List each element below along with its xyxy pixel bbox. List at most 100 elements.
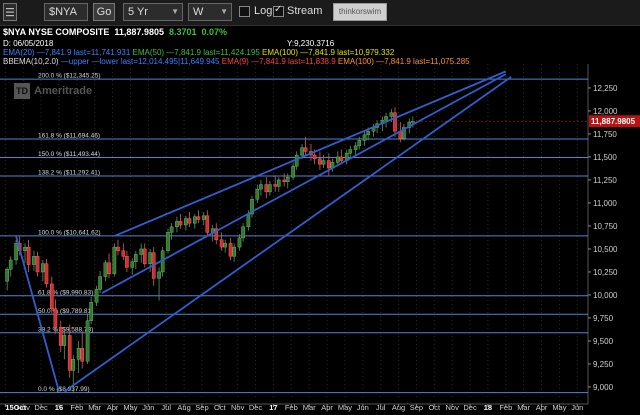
candle-body [259,184,263,190]
y-tick-label: 12,000 [593,107,618,116]
y-tick-label: 10,250 [593,268,618,277]
candle-body [142,248,147,264]
x-tick-label: 17 [269,403,277,412]
fib-level-label: 200.0 % ($12,345.25) [38,73,101,80]
candle-body [318,158,322,165]
y-tick-label: 9,750 [593,314,614,323]
y-tick-label: 11,750 [593,130,617,139]
candlesticks [5,107,415,393]
x-tick-label: Feb [70,403,83,412]
candle-body [62,335,67,346]
candle-body [353,145,358,150]
price-chart[interactable]: 200.0 % ($12,345.25) 161.8 % ($11,694.46)… [0,0,640,415]
candle-body [187,218,192,224]
y-tick-label: 9,000 [593,383,614,392]
y-axis: 9,000 9,250 9,500 9,750 10,000 10,250 10,500 10… [588,84,618,392]
candle-body [268,184,272,193]
candle-body [35,256,40,273]
candle-body [44,263,49,285]
x-tick-label: Mar [303,403,316,412]
candle-body [312,154,317,159]
fib-level-label: 50.0 % ($9,789.81) [38,308,93,315]
candle-body [53,308,58,328]
candle-body [348,149,353,154]
candle-body [26,246,31,265]
x-tick-label: Jul [376,403,386,412]
candle-body [393,112,397,132]
fib-level-label: 100.0 % ($10,641.62) [38,229,101,236]
candle-body [169,226,174,233]
candle-body [389,112,394,117]
candle-body [94,289,99,303]
x-tick-label: Mar [517,403,530,412]
x-tick-label: May [338,403,352,412]
candle-body [107,262,111,274]
trend-line [114,70,507,237]
candle-body [273,184,278,187]
x-tick-label: Feb [499,403,512,412]
candle-body [175,221,179,228]
fib-level-label: 0.0 % ($8,937.99) [38,386,90,393]
x-tick-label: 16 [55,403,63,412]
candle-body [8,259,13,270]
trend-line [63,76,512,393]
x-tick-label: Sep [195,403,208,412]
candle-body [116,246,120,251]
x-tick-label: Oct [428,403,441,412]
y-tick-label: 10,750 [593,222,618,231]
candle-body [362,134,367,141]
fib-level-label: 38.2 % ($9,588.78) [38,326,93,333]
x-tick-label: May [123,403,137,412]
x-tick-label: Jul [161,403,171,412]
x-tick-label: Dec [34,403,48,412]
y-tick-label: 9,500 [593,337,614,346]
candle-body [121,250,126,257]
candle-body [277,179,281,187]
y-tick-label: 9,250 [593,360,614,369]
x-tick-label: Mar [88,403,101,412]
x-tick-label: Apr [536,403,548,412]
candle-body [246,213,251,228]
y-tick-label: 11,250 [593,176,617,185]
candle-body [76,348,81,360]
candle-body [157,271,161,279]
candle-body [205,215,210,233]
x-tick-label: Aug [392,403,405,412]
fib-level-label: 161.8 % ($11,694.46) [38,133,100,140]
ameritrade-text: Ameritrade [34,85,93,97]
candle-body [193,216,197,224]
candle-body [223,243,227,248]
candle-body [139,248,143,255]
candle-body [196,216,201,220]
x-tick-label: Nov [445,403,459,412]
x-tick-label: Apr [107,403,119,412]
x-tick-label: Sep [410,403,423,412]
candle-body [291,165,295,178]
candle-body [71,359,76,371]
candle-body [184,218,188,226]
last-price-badge-label: 11,887.9805 [591,117,636,126]
candle-body [85,320,90,362]
candle-body [366,130,370,136]
candle-body [58,326,63,346]
candle-body [67,335,72,371]
x-tick-label: 18 [484,403,492,412]
candle-body [282,179,286,182]
x-tick-label: Nov [17,403,31,412]
candle-body [98,276,102,290]
x-tick-label: Oct [214,403,227,412]
candle-body [228,243,233,257]
candle-body [80,348,85,362]
candle-body [327,160,331,169]
candle-body [14,243,18,261]
candle-body [384,116,388,121]
candle-body [130,261,135,268]
y-tick-label: 10,500 [593,245,618,254]
candle-body [232,246,236,257]
y-tick-label: 10,000 [593,291,618,300]
candle-body [255,188,260,200]
ameritrade-watermark: TD Ameritrade [14,83,92,99]
x-tick-label: Apr [321,403,333,412]
candle-body [285,176,290,182]
candle-body [134,254,138,263]
